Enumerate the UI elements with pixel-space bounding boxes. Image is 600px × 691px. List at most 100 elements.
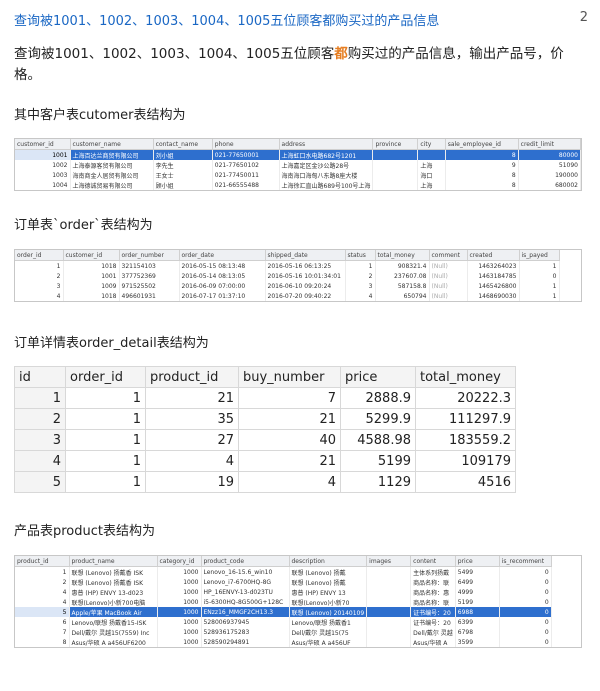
product-header-product-code: product_code — [201, 556, 290, 567]
customer-cell-address: 上海徐汇直山路689号100号上海 — [279, 180, 374, 190]
product-cell-is-recomment: 0 — [499, 566, 552, 577]
order-cell-status: 3 — [345, 281, 376, 291]
product-cell-product-name: Asus/华硕 A a456UF6200 — [69, 637, 158, 647]
order-table: order_id customer_id order_number order_dat… — [15, 250, 560, 301]
customer-cell-province — [372, 160, 419, 170]
order_detail-cell-total-money: 4516 — [415, 471, 516, 493]
customer-header-address: address — [279, 139, 374, 150]
order-cell-shipped-date: 2016-05-16 10:01:34:01 — [265, 271, 346, 281]
customer-header-row: customer_id customer_name contact_name phon… — [15, 139, 581, 150]
product-header-category-id: category_id — [157, 556, 202, 567]
order-header-shipped-date: shipped_date — [265, 250, 346, 261]
order-cell-order-number: 377752369 — [119, 271, 180, 281]
customer-cell-sale-employee-id: 8 — [445, 149, 519, 160]
product-cell-content: 证书编号：20 — [410, 617, 456, 627]
customer-cell-address: 海南海口海甸八东路8座大楼 — [279, 170, 374, 180]
customer-cell-sale-employee-id: 9 — [445, 160, 519, 170]
product-cell-product-id: 6 — [15, 617, 70, 627]
customer-cell-phone: 021-77650102 — [212, 160, 280, 170]
product-cell-images — [366, 627, 412, 637]
order_detail-cell-product-id: 4 — [145, 450, 239, 472]
order-header-row: order_id customer_id order_number order_dat… — [15, 250, 560, 261]
order_detail-cell-price: 5299.9 — [340, 408, 416, 430]
customer-cell-customer-id: 1003 — [15, 170, 71, 180]
customer-header-province: province — [372, 139, 419, 150]
order-cell-status: 2 — [345, 271, 376, 281]
product-cell-product-name: 联想 (Lenovo) 扬戴香 ISK — [69, 566, 158, 577]
product-cell-content: 证书编号：20 — [410, 607, 456, 617]
order_detail-cell-id: 5 — [14, 471, 66, 493]
product-cell-is-recomment: 0 — [499, 587, 552, 597]
order-header-order-date: order_date — [179, 250, 266, 261]
order-cell-status: 4 — [345, 291, 376, 301]
product-cell-product-name: Dell/戴尔 灵越15(7559) Inc — [69, 627, 158, 637]
product-header-product-name: product_name — [69, 556, 158, 567]
customer-row: 1003 海南商金人居贸有限公司 王女士 021-77450011 海南海口海甸八东路8… — [15, 170, 581, 180]
customer-cell-city — [417, 149, 446, 160]
order-table-screenshot: order_id customer_id order_number order_dat… — [14, 249, 582, 302]
customer-header-contact-name: contact_name — [153, 139, 213, 150]
order-table-label: 订单表`order`表结构为 — [14, 218, 153, 233]
customer-cell-credit-limit: 190000 — [518, 170, 581, 180]
order_detail-cell-buy-number: 21 — [238, 408, 341, 430]
product-row: 5 Apple/苹果 MacBook Air 1000 ENzz16_MMGF2CH1… — [15, 607, 552, 617]
product-cell-description: 联想(Lenovo)小新70 — [289, 597, 368, 607]
customer-cell-credit-limit: 680002 — [518, 180, 581, 190]
order-cell-status: 1 — [345, 260, 376, 271]
order_detail-header-buy-number: buy_number — [238, 366, 341, 388]
order-header-order-number: order_number — [119, 250, 180, 261]
order-cell-created: 1463264023 — [467, 260, 520, 271]
customer-cell-phone: 021-77450011 — [212, 170, 280, 180]
customer-cell-credit-limit: 51090 — [518, 160, 581, 170]
order_detail-cell-buy-number: 40 — [238, 429, 341, 451]
order-cell-order-id: 3 — [15, 281, 64, 291]
order_detail-cell-price: 5199 — [340, 450, 416, 472]
order_detail-cell-price: 2888.9 — [340, 387, 416, 409]
order_detail-header-product-id: product_id — [145, 366, 239, 388]
customer-row: 1002 上海泰源客贸有限公司 李先生 021-77650102 上海嘉定区金沙公路28… — [15, 160, 581, 170]
customer-cell-credit-limit: 80000 — [518, 149, 581, 160]
customer-cell-sale-employee-id: 8 — [445, 170, 519, 180]
order-cell-comment: (Null) — [429, 260, 468, 271]
order-cell-order-number: 496601931 — [119, 291, 180, 301]
product-cell-product-code: Lenovo_i7-6700HQ-8G — [201, 577, 290, 587]
order-cell-created: 1468690030 — [467, 291, 520, 301]
product-cell-price: 3599 — [455, 637, 500, 647]
order-cell-customer-id: 1001 — [63, 271, 120, 281]
product-cell-is-recomment: 0 — [499, 617, 552, 627]
order-cell-order-number: 321154103 — [119, 260, 180, 271]
product-header-images: images — [366, 556, 412, 567]
product-cell-category-id: 1000 — [157, 617, 202, 627]
order_detail-cell-id: 1 — [14, 387, 66, 409]
order-cell-total-money: 908321.4 — [375, 260, 430, 271]
product-table: product_id product_name category_id product… — [15, 556, 552, 647]
question-title-link[interactable]: 查询被1001、1002、1003、1004、1005五位顾客都购买过的产品信息 — [14, 10, 439, 29]
order_detail-header-price: price — [340, 366, 416, 388]
product-cell-is-recomment: 0 — [499, 577, 552, 587]
product-cell-product-code: Lenovo_16-15.6_win10 — [201, 566, 290, 577]
customer-cell-contact-name: 李先生 — [153, 160, 213, 170]
order-cell-is-payed: 1 — [519, 260, 560, 271]
product-cell-price: 6399 — [455, 617, 500, 627]
order_detail-cell-product-id: 21 — [145, 387, 239, 409]
product-cell-description: 联想 (Lenovo) 扬戴 — [289, 566, 368, 577]
customer-cell-customer-name: 上海德诚贸易有限公司 — [70, 180, 154, 190]
product-cell-images — [366, 607, 412, 617]
product-cell-price: 5199 — [455, 597, 500, 607]
customer-cell-contact-name: 王女士 — [153, 170, 213, 180]
product-cell-category-id: 1000 — [157, 566, 202, 577]
order_detail-cell-id: 3 — [14, 429, 66, 451]
order-cell-comment: (Null) — [429, 291, 468, 301]
product-cell-product-code: 528006937945 — [201, 617, 290, 627]
order-cell-customer-id: 1018 — [63, 260, 120, 271]
customer-cell-contact-name: 刘小姐 — [153, 149, 213, 160]
product-header-row: product_id product_name category_id product… — [15, 556, 552, 567]
customer-row: 1001 上海百达兰商贸有限公司 刘小姐 021-77650001 上海虹口水电路682… — [15, 149, 581, 160]
product-cell-description: Asus/华硕 A a456UF — [289, 637, 368, 647]
order_detail-cell-product-id: 27 — [145, 429, 239, 451]
customer-cell-province — [372, 170, 419, 180]
customer-cell-customer-name: 上海泰源客贸有限公司 — [70, 160, 154, 170]
product-cell-category-id: 1000 — [157, 607, 202, 617]
product-table-label: 产品表product表结构为 — [14, 524, 156, 539]
customer-cell-contact-name: 顾小姐 — [153, 180, 213, 190]
